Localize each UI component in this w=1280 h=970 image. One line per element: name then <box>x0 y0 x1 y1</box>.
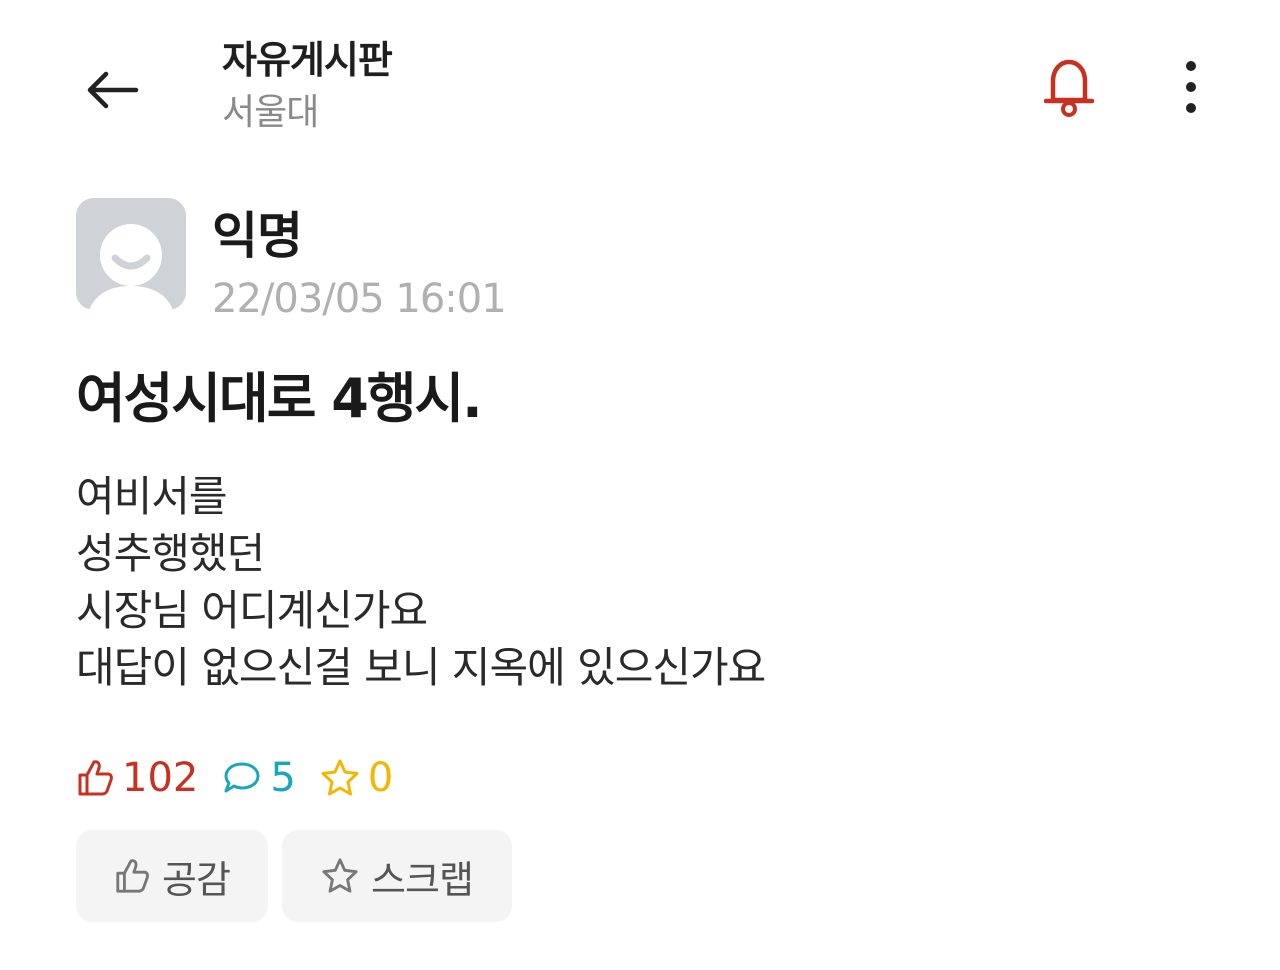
post-body: 여비서를 성추행했던 시장님 어디계신가요 대답이 없으신걸 보니 지옥에 있으… <box>76 468 1226 696</box>
thumbs-up-icon <box>116 859 149 893</box>
like-button[interactable]: 공감 <box>76 830 268 922</box>
comment-count-value: 5 <box>270 755 296 801</box>
like-button-label: 공감 <box>162 857 231 902</box>
post-body-line: 성추행했던 <box>76 529 265 578</box>
post-actions: 공감 스크랩 <box>76 830 526 922</box>
star-icon <box>322 858 358 893</box>
comment-count: 5 <box>222 752 296 804</box>
comment-icon <box>224 762 260 793</box>
like-count: 102 <box>76 752 198 804</box>
notification-button[interactable] <box>1036 52 1102 122</box>
post-body-line: 대답이 없으신걸 보니 지옥에 있으신가요 <box>76 643 766 692</box>
post-body-line: 시장님 어디계신가요 <box>76 586 428 635</box>
thumbs-up-icon <box>78 760 113 796</box>
post-body-line: 여비서를 <box>76 472 228 521</box>
default-profile-icon <box>76 198 186 310</box>
school-name: 서울대 <box>222 92 319 133</box>
app-header: 자유게시판 서울대 <box>0 0 1280 160</box>
author-name: 익명 <box>212 207 303 265</box>
board-title: 자유게시판 <box>222 38 393 82</box>
bell-icon <box>1043 59 1095 117</box>
star-icon <box>321 759 359 796</box>
like-count-value: 102 <box>122 755 199 801</box>
more-vertical-icon <box>1186 61 1196 113</box>
more-options-button[interactable] <box>1168 52 1214 122</box>
header-titles: 자유게시판 서울대 <box>222 34 393 140</box>
scrap-count: 0 <box>320 752 393 804</box>
post-title: 여성시대로 4행시. <box>76 367 483 430</box>
post-date: 22/03/05 16:01 <box>212 276 507 322</box>
scrap-count-value: 0 <box>367 755 394 801</box>
scrap-button[interactable]: 스크랩 <box>282 830 512 922</box>
post-author: 익명 22/03/05 16:01 <box>76 198 776 322</box>
back-button[interactable] <box>72 52 152 128</box>
avatar <box>76 198 186 310</box>
scrap-button-label: 스크랩 <box>371 857 474 902</box>
post-stats: 102 5 0 <box>76 752 417 804</box>
arrow-left-icon <box>87 71 139 109</box>
